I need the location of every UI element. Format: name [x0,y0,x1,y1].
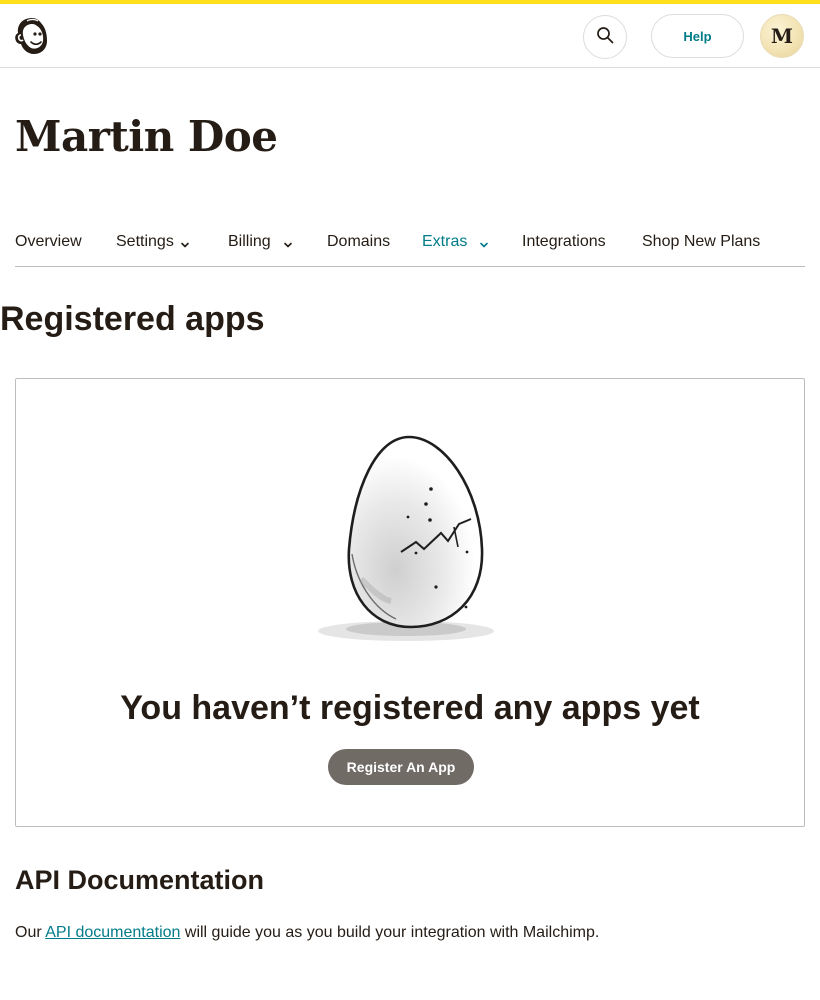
tab-extras[interactable]: Extras [422,233,489,251]
chevron-down-icon [479,237,489,248]
tab-shop-new-plans[interactable]: Shop New Plans [642,233,760,251]
registered-apps-title: Registered apps [0,300,265,338]
chevron-down-icon [283,237,293,248]
page-title: Martin Doe [15,112,278,161]
tab-label: Billing [228,233,271,250]
user-avatar[interactable]: M [760,14,804,58]
api-documentation-title: API Documentation [15,865,265,895]
tab-label: Settings [116,233,174,250]
chevron-down-icon [180,237,190,248]
search-icon [596,26,614,49]
tab-settings[interactable]: Settings [116,233,190,251]
cracked-egg-illustration [316,429,506,654]
tab-integrations[interactable]: Integrations [522,233,606,251]
tab-domains[interactable]: Domains [327,233,390,251]
tab-label: Extras [422,233,468,250]
tab-label: Integrations [522,233,606,250]
account-tabs: Overview Settings Billing Domains Extras… [15,226,805,267]
tab-label: Overview [15,233,82,250]
mailchimp-freddie-icon[interactable] [13,15,51,57]
tab-billing[interactable]: Billing [228,233,293,251]
tab-label: Domains [327,233,391,250]
api-text-before: Our [15,924,46,941]
empty-state-heading: You haven’t registered any apps yet [120,689,700,727]
tab-overview[interactable]: Overview [15,233,82,251]
tab-label: Shop New Plans [642,233,761,250]
top-header: Help M [0,4,820,68]
api-documentation-link[interactable]: API documentation [45,924,180,941]
api-documentation-text: Our API documentation will guide you as … [15,924,599,942]
register-app-button[interactable]: Register An App [328,749,474,785]
api-text-after: will guide you as you build your integra… [180,924,600,941]
empty-state-card: You haven’t registered any apps yet Regi… [15,378,805,827]
help-button[interactable]: Help [651,14,744,58]
search-button[interactable] [583,15,627,59]
